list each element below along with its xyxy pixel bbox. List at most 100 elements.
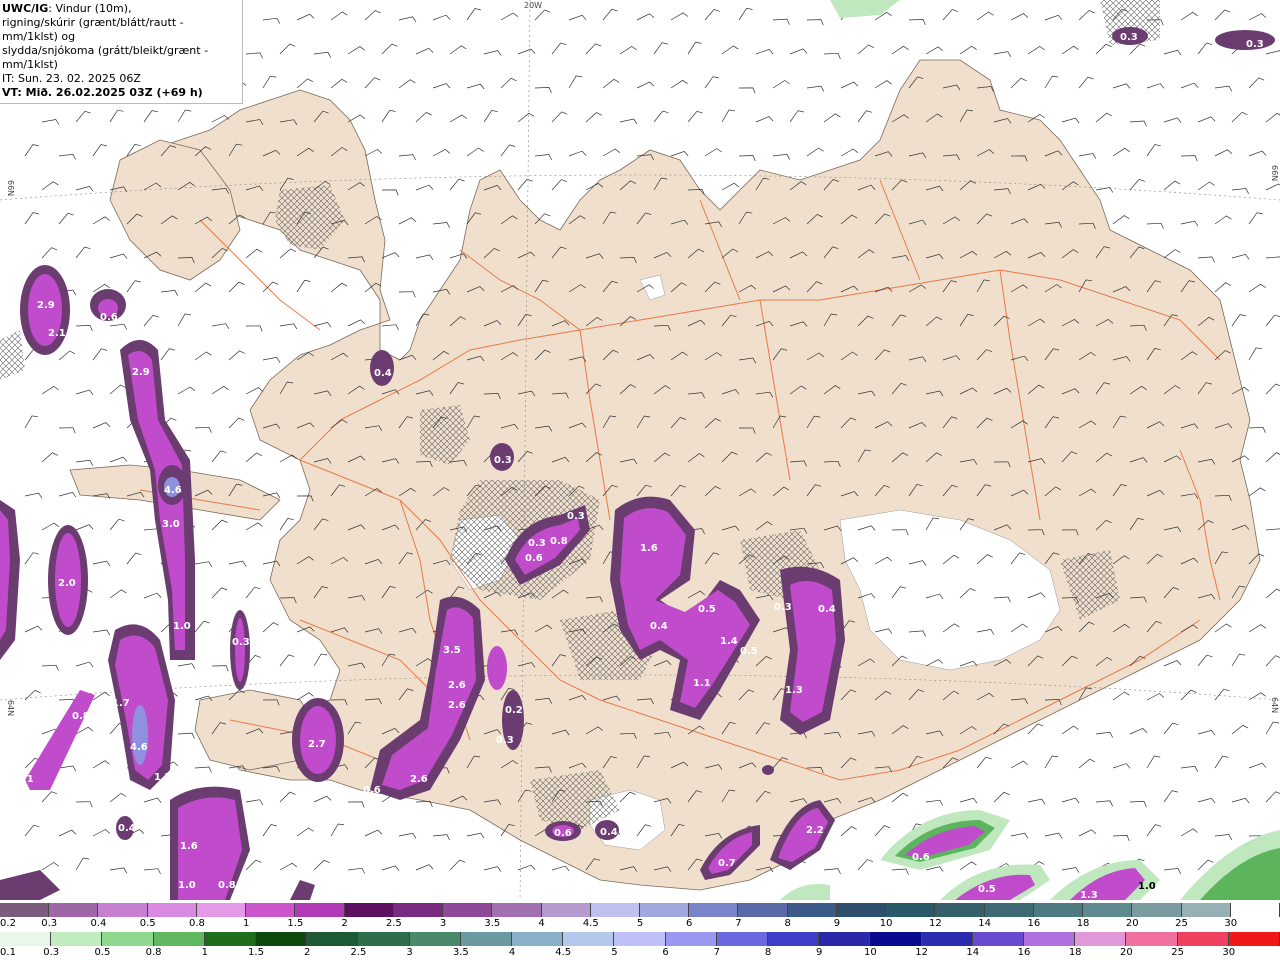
legend-label: 0.2: [0, 918, 16, 929]
legend-label: 4: [508, 947, 516, 958]
legend-snow-labels: 0.2 0.3 0.4 0.5 0.8 1 1.5 2 2.5 3 3.5 4 4.5 5 6 7 8 9 10 12…: [0, 918, 1280, 930]
grid-label-left-upper: 66N: [6, 180, 15, 196]
grid-label-right-lower: 64N: [1270, 697, 1279, 713]
legend-label: 8: [784, 918, 791, 929]
legend-swatch: [1126, 932, 1178, 946]
precip-label: 2.6: [448, 700, 466, 711]
legend-label: 3.5: [452, 947, 469, 958]
legend-label: 0.8: [145, 947, 162, 958]
info-line3: slydda/snjókoma (grátt/bleikt/grænt - mm…: [2, 44, 209, 71]
legend-swatch: [665, 932, 717, 946]
precip-label: 1.0: [173, 621, 191, 632]
legend-swatch: [1132, 903, 1182, 917]
legend-swatch: [51, 932, 103, 946]
legend-swatch: [640, 903, 690, 917]
legend-label: 8: [764, 947, 772, 958]
precip-label: 2.0: [58, 578, 76, 589]
legend-label: 2.5: [385, 918, 402, 929]
precip-label: 0.2: [505, 705, 523, 716]
legend-label: 12: [929, 918, 942, 929]
map-info-box: UWC/IG: Vindur (10m), rigning/skúrir (gr…: [0, 0, 243, 104]
legend-label: 3.5: [484, 918, 501, 929]
precip-label: 0.4: [600, 827, 618, 838]
legend-label: 25: [1171, 947, 1184, 958]
legend-swatch: [836, 903, 887, 917]
precip-label: 3.0: [162, 519, 180, 530]
legend-label: 30: [1222, 947, 1236, 958]
legend-label: 20: [1120, 947, 1133, 958]
legend-label: 0.5: [94, 947, 111, 958]
legend-swatch: [738, 903, 788, 917]
precip-label: 0.3: [774, 602, 792, 613]
grid-label-left-lower: 64N: [6, 700, 15, 716]
legend-swatch: [590, 903, 640, 917]
legend-swatch: [102, 932, 154, 946]
legend-swatch: [1024, 932, 1076, 946]
legend-swatch: [0, 903, 50, 917]
legend-label: 4: [538, 918, 545, 929]
legend-label: 14: [966, 947, 980, 958]
legend-swatch: [563, 932, 615, 946]
legend-swatch: [256, 932, 308, 946]
legend-swatch: [1177, 932, 1229, 946]
legend-label: 4.5: [582, 918, 599, 929]
legend-label: 9: [816, 947, 823, 958]
precip-label: 1.0: [1138, 881, 1156, 892]
precip-label: 1.1: [16, 774, 34, 785]
legend-label: 5: [611, 947, 618, 958]
legend-label: 0.3: [41, 918, 58, 929]
legend-swatch: [295, 903, 345, 917]
precip-label: 0.3: [1246, 39, 1264, 50]
weather-map: 20W 66N 64N 66N 64N 0.3 0.3 2.9 2.1 0.6 …: [0, 0, 1280, 900]
precip-label: 2.9: [132, 367, 150, 378]
legend-label: 16: [1027, 918, 1041, 929]
legend-swatch: [196, 903, 247, 917]
precip-label: 0.3: [567, 511, 585, 522]
legend-label: 1.5: [287, 918, 304, 929]
precip-label: 0.6: [912, 852, 930, 863]
legend-label: 16: [1017, 947, 1031, 958]
precip-label: 2.1: [48, 328, 66, 339]
precip-label: 1.6: [640, 543, 658, 554]
legend-label: 6: [662, 947, 669, 958]
legend-swatch: [147, 903, 197, 917]
legend-snow-colorbar: [0, 903, 1280, 919]
precip-label: 0.5: [740, 646, 758, 657]
precip-label: 2.6: [448, 680, 466, 691]
legend-swatch: [1075, 932, 1127, 946]
legend-swatch: [768, 932, 820, 946]
precip-label: 1.3: [785, 685, 803, 696]
legend-label: 25: [1175, 918, 1188, 929]
legend-label: 10: [864, 947, 877, 958]
precip-label: 0.5: [978, 884, 996, 895]
legend-label: 1: [242, 918, 250, 929]
legend-swatch: [787, 903, 837, 917]
legend-swatch: [689, 903, 739, 917]
legend-label: 9: [833, 918, 841, 929]
legend-swatch: [1230, 903, 1280, 917]
legend-swatch: [393, 903, 444, 917]
legend-swatch: [819, 932, 871, 946]
precip-label: 0.3: [1120, 32, 1138, 43]
precip-label: 1.3: [1080, 890, 1098, 900]
precip-label: 1.0: [178, 880, 196, 891]
precip-label: 0.4: [818, 604, 836, 615]
legend-swatch: [870, 932, 922, 946]
precip-label: 0.3: [528, 538, 546, 549]
legend-swatch: [1033, 903, 1084, 917]
legend-swatch: [49, 903, 99, 917]
precip-label: 0.6: [525, 553, 543, 564]
legend-label: 0.3: [43, 947, 60, 958]
precip-label: 2.6: [410, 774, 428, 785]
legend-swatch: [460, 932, 512, 946]
legend-swatch: [0, 932, 52, 946]
precip-label: 0.3: [232, 637, 250, 648]
precip-label: 4.6: [164, 485, 182, 496]
legend-label: 18: [1076, 918, 1090, 929]
precip-label: 0.4: [118, 823, 136, 834]
legend-label: 4.5: [555, 947, 572, 958]
grid-label-top: 20W: [524, 1, 542, 10]
precip-label: 0.8: [550, 536, 568, 547]
grid-label-right-upper: 66N: [1270, 165, 1279, 181]
legend-swatch: [512, 932, 564, 946]
